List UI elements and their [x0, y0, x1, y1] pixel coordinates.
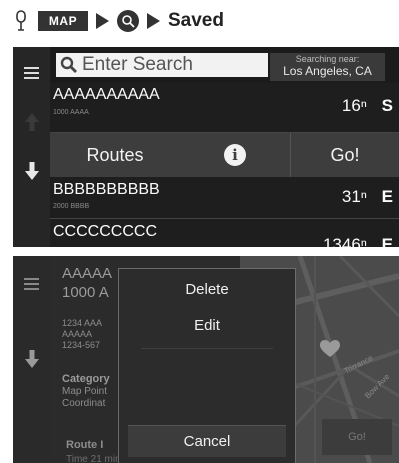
breadcrumb-saved: Saved: [168, 10, 224, 31]
scroll-down-icon[interactable]: [24, 348, 40, 370]
search-circle-icon: [117, 10, 139, 32]
heart-icon: [320, 340, 340, 357]
sidebar: [13, 47, 50, 247]
map-button-icon: MAP: [38, 11, 88, 31]
saved-list-screen: Searching near: Los Angeles, CA AAAAAAAA…: [13, 47, 399, 247]
route-info-time: Time 21 min: [66, 454, 121, 463]
location-name-line1: AAAAA: [62, 265, 113, 282]
options-popup: Delete Edit Cancel: [118, 268, 296, 463]
search-icon: [60, 56, 77, 73]
edit-button[interactable]: Edit: [119, 317, 295, 334]
location-category: Category Map Point Coordinat: [62, 373, 110, 410]
result-name: CCCCCCCCC: [53, 223, 157, 240]
search-box[interactable]: [56, 53, 268, 77]
action-bar: Routes i Go!: [50, 133, 399, 177]
category-label: Category: [62, 373, 110, 385]
arrow-right-icon: [147, 13, 160, 29]
go-button[interactable]: Go!: [322, 419, 392, 455]
scroll-down-icon[interactable]: [24, 160, 40, 182]
result-distance: 1346ⁿ: [322, 235, 367, 247]
list-item[interactable]: CCCCCCCCC 1346ⁿ E: [50, 219, 399, 247]
category-line1: Map Point: [62, 386, 108, 397]
result-direction: E: [381, 235, 393, 247]
result-address: 2000 BBBB: [53, 203, 90, 210]
routes-button[interactable]: Routes: [50, 133, 180, 177]
menu-icon[interactable]: [24, 67, 39, 79]
sidebar: [13, 256, 50, 463]
list-item[interactable]: BBBBBBBBBB 2000 BBBB 31ⁿ E: [50, 177, 399, 219]
result-distance: 31ⁿ: [341, 187, 367, 206]
result-address: 1000 AAAA: [53, 109, 89, 116]
arrow-right-icon: [96, 13, 109, 29]
result-distance: 16ⁿ: [341, 96, 367, 115]
address-line1: 1234 AAA: [62, 318, 103, 328]
location-name: AAAAA 1000 A: [62, 264, 112, 302]
result-direction: E: [381, 187, 393, 206]
category-line2: Coordinat: [62, 398, 106, 409]
delete-button[interactable]: Delete: [119, 281, 295, 298]
scroll-up-icon[interactable]: [24, 111, 40, 133]
voice-command-icon: [12, 9, 30, 33]
result-name: AAAAAAAAAA: [53, 86, 160, 103]
saved-detail-screen: AAAAA 1000 A 1234 AAA AAAAA 1234-567 Cat…: [13, 256, 399, 463]
breadcrumb: MAP Saved: [12, 7, 224, 35]
searching-near-location: Los Angeles, CA: [283, 64, 372, 78]
search-input[interactable]: [82, 54, 262, 76]
divider: [141, 348, 273, 349]
location-address: 1234 AAA AAAAA 1234-567: [62, 318, 102, 351]
list-item[interactable]: AAAAAAAAAA 1000 AAAA 16ⁿ S: [50, 83, 399, 133]
address-line3: 1234-567: [62, 340, 101, 350]
result-name: BBBBBBBBBB: [53, 181, 160, 198]
route-info-label: Route I: [66, 439, 104, 451]
searching-near-label: Searching near:: [295, 54, 360, 64]
go-button[interactable]: Go!: [290, 133, 399, 177]
location-name-line2: 1000 A: [62, 284, 109, 301]
cancel-button[interactable]: Cancel: [128, 425, 286, 457]
searching-near-button[interactable]: Searching near: Los Angeles, CA: [270, 53, 385, 81]
info-icon: i: [224, 144, 246, 166]
result-direction: S: [381, 96, 393, 115]
address-line2: AAAAA: [62, 329, 93, 339]
menu-icon[interactable]: [24, 278, 39, 290]
info-button[interactable]: i: [180, 133, 290, 177]
